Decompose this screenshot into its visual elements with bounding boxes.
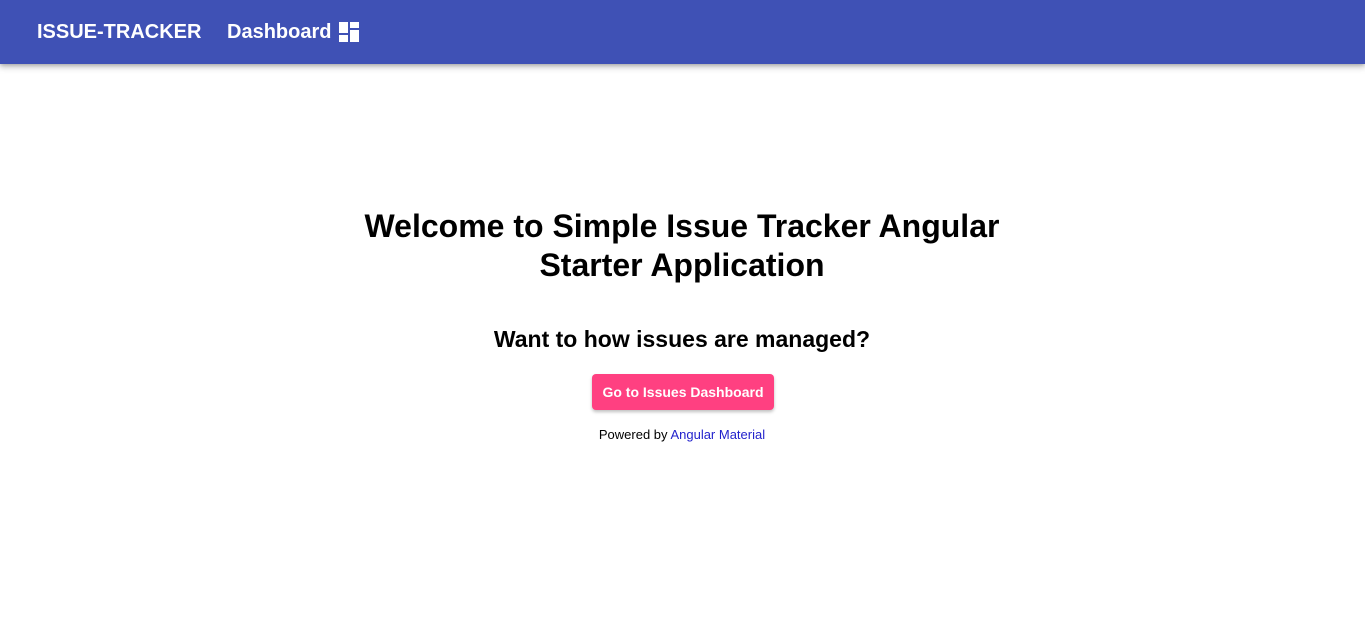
question-heading: Want to how issues are managed?	[493, 326, 871, 352]
powered-by-prefix: Powered by	[598, 427, 668, 442]
top-toolbar: ISSUE-TRACKER Dashboard	[0, 0, 1365, 64]
app-brand[interactable]: ISSUE-TRACKER	[37, 20, 201, 44]
nav-dashboard-label: Dashboard	[227, 21, 332, 43]
main-content: Welcome to Simple Issue Tracker Angular …	[0, 64, 1365, 624]
welcome-title: Welcome to Simple Issue Tracker Angular …	[364, 208, 1000, 283]
angular-material-link[interactable]: Angular Material	[670, 427, 765, 442]
nav-dashboard-link[interactable]: Dashboard	[227, 18, 360, 46]
powered-by-line: Powered by Angular Material	[332, 427, 1032, 443]
dashboard-icon	[339, 22, 360, 42]
go-to-issues-dashboard-button[interactable]: Go to Issues Dashboard	[592, 374, 774, 410]
